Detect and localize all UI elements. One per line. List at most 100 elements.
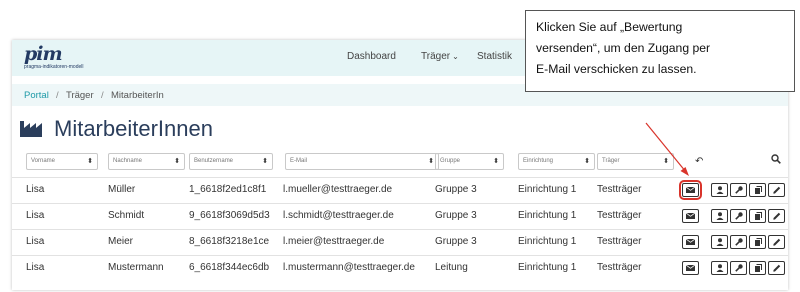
cell-vorname: Lisa [26,262,45,273]
cell-email: l.meier@testtraeger.de [283,236,385,247]
key-button[interactable] [730,209,747,223]
nav-dashboard[interactable]: Dashboard [347,51,396,62]
user-button[interactable] [711,261,728,275]
user-button[interactable] [711,235,728,249]
user-button[interactable] [711,183,728,197]
copy-icon [754,238,762,246]
cell-benutzername: 6_6618f344ec6db [189,262,270,273]
cell-traeger: Testträger [597,184,642,195]
key-button[interactable] [730,261,747,275]
filter-placeholder: Vorname [31,158,56,164]
table-row: Lisa Meier 8_6618f3218e1ce l.meier@testt… [12,229,788,254]
cell-email: l.schmidt@testtraeger.de [283,210,394,221]
pencil-icon [772,264,780,272]
cell-nachname: Müller [108,184,136,195]
cell-einrichtung: Einrichtung 1 [518,236,577,247]
sort-icon[interactable]: ⬍ [428,157,434,165]
breadcrumb-separator: / [56,90,59,101]
page-title: MitarbeiterInnen [54,116,213,141]
cell-gruppe: Gruppe 3 [435,210,477,221]
copy-button[interactable] [749,209,766,223]
sort-icon[interactable]: ⬍ [584,157,590,165]
nav-traeger[interactable]: Träger ⌄ [421,51,459,62]
filter-placeholder: Gruppe [440,158,461,164]
cell-nachname: Mustermann [108,262,164,273]
filter-email[interactable]: E-Mail ⬍ [285,153,439,170]
nav-statistik[interactable]: Statistik [477,51,512,62]
key-button[interactable] [730,235,747,249]
filter-benutzername[interactable]: Benutzername ⬍ [189,153,273,170]
envelope-icon [686,187,695,193]
cell-traeger: Testträger [597,210,642,221]
filter-einrichtung[interactable]: Einrichtung ⬍ [518,153,595,170]
pencil-icon [772,212,780,220]
user-button[interactable] [711,209,728,223]
envelope-icon [686,239,695,245]
sort-icon[interactable]: ⬍ [663,157,669,165]
cell-vorname: Lisa [26,236,45,247]
user-icon [716,186,723,194]
cell-einrichtung: Einrichtung 1 [518,262,577,273]
filter-placeholder: E-Mail [290,158,308,164]
edit-button[interactable] [768,209,785,223]
filter-placeholder: Benutzername [194,158,234,164]
cell-einrichtung: Einrichtung 1 [518,210,577,221]
breadcrumb-separator: / [101,90,104,101]
sort-icon[interactable]: ⬍ [174,157,180,165]
copy-icon [754,264,762,272]
filter-placeholder: Nachname [113,158,143,164]
key-button[interactable] [730,183,747,197]
filter-nachname[interactable]: Nachname ⬍ [108,153,185,170]
cell-vorname: Lisa [26,210,45,221]
edit-button[interactable] [768,235,785,249]
sort-icon[interactable]: ⬍ [493,157,499,165]
cell-email: l.mustermann@testtraeger.de [283,262,415,273]
cell-einrichtung: Einrichtung 1 [518,184,577,195]
copy-button[interactable] [749,183,766,197]
key-icon [734,238,743,246]
edit-button[interactable] [768,183,785,197]
cell-email: l.mueller@testtraeger.de [283,184,393,195]
table-row: Lisa Schmidt 9_6618f3069d5d3 l.schmidt@t… [12,203,788,228]
cell-vorname: Lisa [26,184,45,195]
send-evaluation-button[interactable] [682,235,699,249]
filter-vorname[interactable]: Vorname ⬍ [26,153,98,170]
search-icon[interactable] [771,154,781,164]
cell-gruppe: Gruppe 3 [435,184,477,195]
copy-button[interactable] [749,235,766,249]
envelope-icon [686,265,695,271]
cell-nachname: Schmidt [108,210,145,221]
user-icon [716,264,723,272]
pencil-icon [772,186,780,194]
filter-gruppe[interactable]: Gruppe ⬍ [435,153,504,170]
send-evaluation-button[interactable] [682,261,699,275]
filter-placeholder: Träger [602,158,620,164]
pencil-icon [772,238,780,246]
factory-icon [20,121,42,137]
callout-line: E-Mail verschicken zu lassen. [536,62,697,76]
breadcrumb-current: MitarbeiterIn [111,90,164,101]
cell-nachname: Meier [108,236,134,247]
sort-icon[interactable]: ⬍ [262,157,268,165]
copy-icon [754,212,762,220]
filter-traeger[interactable]: Träger ⬍ [597,153,674,170]
send-evaluation-button[interactable] [679,180,702,200]
reset-filter-icon[interactable]: ↶ [695,156,703,167]
cell-gruppe: Leitung [435,262,468,273]
edit-button[interactable] [768,261,785,275]
instruction-callout: Klicken Sie auf „Bewertung versenden“, u… [525,10,795,92]
cell-benutzername: 9_6618f3069d5d3 [189,210,270,221]
logo-subtitle: pragma-indikatoren-modell [24,64,84,70]
key-icon [734,186,743,194]
breadcrumb-portal[interactable]: Portal [24,90,49,101]
cell-benutzername: 1_6618f2ed1c8f1 [189,184,267,195]
sort-icon[interactable]: ⬍ [87,157,93,165]
callout-line: Klicken Sie auf „Bewertung [536,20,683,34]
copy-button[interactable] [749,261,766,275]
key-icon [734,212,743,220]
send-evaluation-button[interactable] [682,209,699,223]
cell-benutzername: 8_6618f3218e1ce [189,236,270,247]
copy-icon [754,186,762,194]
pim-logo[interactable]: pim pragma-indikatoren-modell [24,44,83,70]
breadcrumb-traeger[interactable]: Träger [66,90,94,101]
